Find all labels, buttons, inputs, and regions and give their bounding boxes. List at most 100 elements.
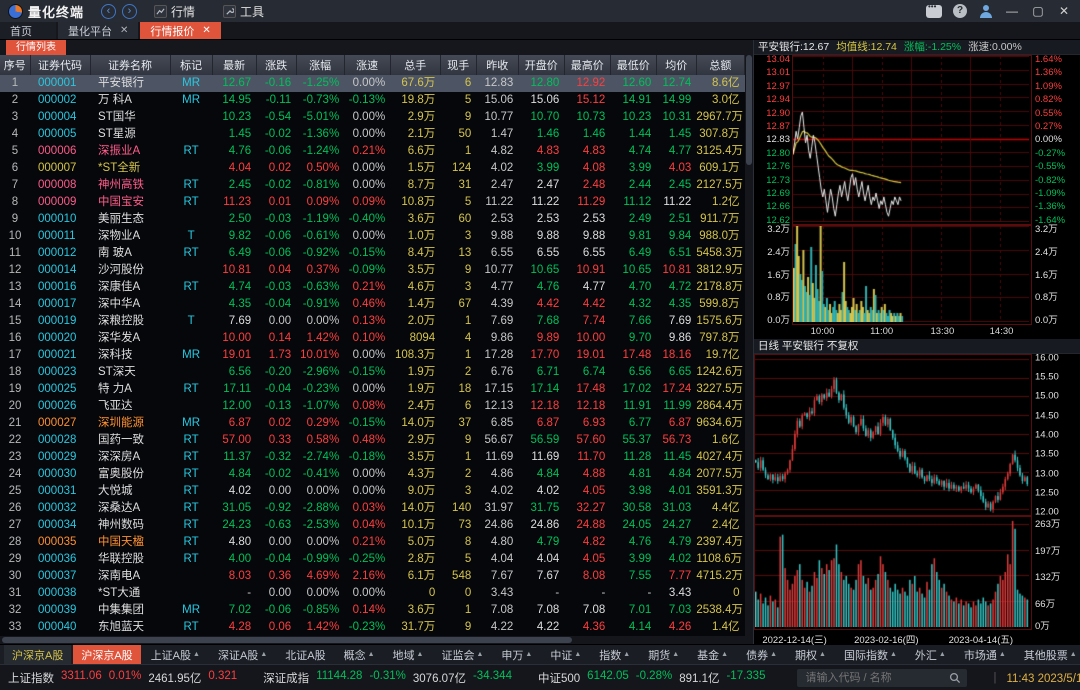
table-row-000026[interactable]: 20000026飞亚达12.00-0.13-1.07%0.08%2.4万612.… — [0, 398, 745, 415]
search-input[interactable] — [803, 671, 949, 685]
column-header-涨幅[interactable]: 涨幅 — [296, 55, 344, 75]
table-row-000019[interactable]: 15000019深粮控股T7.690.000.00%0.13%2.0万17.69… — [0, 313, 745, 330]
message-icon[interactable] — [924, 3, 944, 19]
tab-1[interactable]: 量化平台✕ — [58, 22, 138, 39]
tab-close-icon[interactable]: ✕ — [202, 25, 210, 36]
column-header-现手[interactable]: 现手 — [440, 55, 476, 75]
column-header-涨跌[interactable]: 涨跌 — [256, 55, 296, 75]
horizontal-scrollbar[interactable] — [0, 636, 753, 644]
category-tab-16[interactable]: 市场通▲ — [956, 645, 1014, 665]
category-tab-2[interactable]: 深证A股▲ — [210, 645, 275, 665]
index-quote-2[interactable]: 中证5006142.05-0.28%891.1亿-17.335 — [538, 670, 766, 686]
table-row-000005[interactable]: 4000005ST星源1.45-0.02-1.36%0.00%2.1万501.4… — [0, 126, 745, 143]
index-name: 深证成指 — [263, 670, 309, 686]
subtab-quote-list[interactable]: 行情列表 — [6, 40, 66, 55]
table-row-000025[interactable]: 19000025特 力ART17.11-0.04-0.23%0.00%1.9万1… — [0, 381, 745, 398]
help-icon[interactable]: ? — [950, 3, 970, 19]
category-tab-6[interactable]: 证监会▲ — [433, 645, 491, 665]
table-row-000004[interactable]: 3000004ST国华10.23-0.54-5.01%0.00%2.9万910.… — [0, 109, 745, 126]
nav-forward-button[interactable]: › — [122, 4, 137, 19]
maximize-button[interactable]: ▢ — [1028, 3, 1048, 19]
category-tab-8[interactable]: 中证▲ — [542, 645, 589, 665]
cell: -0.23% — [296, 381, 344, 398]
table-row-000023[interactable]: 18000023ST深天6.56-0.20-2.96%-0.15%1.9万26.… — [0, 364, 745, 381]
menu-item-quotes[interactable]: 行情 — [154, 3, 195, 20]
table-row-000036[interactable]: 29000036华联控股RT4.00-0.04-0.99%-0.25%2.8万5… — [0, 551, 745, 568]
nav-back-button[interactable]: ‹ — [101, 4, 116, 19]
table-row-000039[interactable]: 32000039中集集团MR7.02-0.06-0.85%0.14%3.6万17… — [0, 602, 745, 619]
category-tab-9[interactable]: 指数▲ — [591, 645, 638, 665]
category-tab-11[interactable]: 基金▲ — [689, 645, 736, 665]
user-icon[interactable] — [976, 3, 996, 19]
category-tab-14[interactable]: 国际指数▲ — [836, 645, 905, 665]
column-header-均价[interactable]: 均价 — [656, 55, 696, 75]
column-header-证券名称[interactable]: 证券名称 — [90, 55, 170, 75]
column-header-最新[interactable]: 最新 — [212, 55, 256, 75]
table-row-000028[interactable]: 22000028国药一致RT57.000.330.58%0.48%2.9万956… — [0, 432, 745, 449]
table-row-000029[interactable]: 23000029深深房ART11.37-0.32-2.74%-0.18%3.5万… — [0, 449, 745, 466]
table-row-000010[interactable]: 9000010美丽生态2.50-0.03-1.19%-0.40%3.6万602.… — [0, 211, 745, 228]
search-box[interactable] — [797, 669, 967, 687]
column-header-涨速[interactable]: 涨速 — [344, 55, 390, 75]
table-row-000006[interactable]: 5000006深振业ART4.76-0.06-1.24%0.21%6.6万14.… — [0, 143, 745, 160]
column-header-最高价[interactable]: 最高价 — [564, 55, 610, 75]
kline-price-plot[interactable] — [754, 354, 1032, 516]
table-row-000032[interactable]: 26000032深桑达ART31.05-0.92-2.88%0.03%14.0万… — [0, 500, 745, 517]
table-row-000037[interactable]: 30000037深南电A8.030.364.69%2.16%6.1万5487.6… — [0, 568, 745, 585]
cell: -0.63 — [256, 517, 296, 534]
column-header-证券代码[interactable]: 证券代码 — [30, 55, 90, 75]
column-header-标记[interactable]: 标记 — [170, 55, 212, 75]
minimize-button[interactable]: — — [1002, 3, 1022, 19]
category-tab-4[interactable]: 概念▲ — [336, 645, 383, 665]
category-tab-10[interactable]: 期货▲ — [640, 645, 687, 665]
table-row-000014[interactable]: 12000014沙河股份10.810.040.37%-0.09%3.5万910.… — [0, 262, 745, 279]
column-header-最低价[interactable]: 最低价 — [610, 55, 656, 75]
category-tab-3[interactable]: 北证A股 — [277, 645, 333, 665]
table-row-000011[interactable]: 10000011深物业AT9.82-0.06-0.61%0.00%1.0万39.… — [0, 228, 745, 245]
cell: 6 — [440, 398, 476, 415]
index-quote-0[interactable]: 上证指数3311.060.01%2461.95亿0.321 — [8, 670, 237, 686]
column-header-总手[interactable]: 总手 — [390, 55, 440, 75]
table-row-000035[interactable]: 28000035中国天楹RT4.800.000.00%0.21%5.0万84.8… — [0, 534, 745, 551]
intraday-volume-plot[interactable] — [792, 225, 1032, 325]
table-row-000027[interactable]: 21000027深圳能源MR6.870.020.29%-0.15%14.0万37… — [0, 415, 745, 432]
vertical-scrollbar[interactable] — [745, 55, 753, 636]
tab-2[interactable]: 行情报价✕ — [140, 22, 220, 39]
category-tab-17[interactable]: 其他股票▲ — [1016, 645, 1080, 665]
table-row-000016[interactable]: 13000016深康佳ART4.74-0.03-0.63%0.21%4.6万34… — [0, 279, 745, 296]
tab-0[interactable]: 首页 — [0, 22, 56, 39]
table-row-000020[interactable]: 16000020深华发A10.000.141.42%0.10%809449.86… — [0, 330, 745, 347]
column-header-开盘价[interactable]: 开盘价 — [518, 55, 564, 75]
cell: 599.8万 — [696, 296, 744, 313]
category-tab-5[interactable]: 地域▲ — [385, 645, 432, 665]
kline-volume-plot[interactable] — [754, 516, 1032, 630]
column-header-序号[interactable]: 序号 — [0, 55, 30, 75]
table-row-000012[interactable]: 11000012南 玻ART6.49-0.06-0.92%-0.15%8.4万1… — [0, 245, 745, 262]
table-row-000038[interactable]: 31000038*ST大通-0.000.00%0.00%003.43---3.4… — [0, 585, 745, 602]
table-row-000009[interactable]: 8000009中国宝安RT11.230.010.09%0.09%10.8万511… — [0, 194, 745, 211]
category-tab-13[interactable]: 期权▲ — [787, 645, 834, 665]
column-header-总额[interactable]: 总额 — [696, 55, 744, 75]
intraday-price-plot[interactable] — [792, 55, 1032, 225]
category-tab-12[interactable]: 债券▲ — [738, 645, 785, 665]
table-row-000017[interactable]: 14000017深中华A4.35-0.04-0.91%0.46%1.4万674.… — [0, 296, 745, 313]
category-tab-15[interactable]: 外汇▲ — [907, 645, 954, 665]
category-tab-7[interactable]: 申万▲ — [493, 645, 540, 665]
table-row-000040[interactable]: 33000040东旭蓝天RT4.280.061.42%-0.23%31.7万94… — [0, 619, 745, 636]
table-row-000034[interactable]: 27000034神州数码RT24.23-0.63-2.53%0.04%10.1万… — [0, 517, 745, 534]
table-row-000021[interactable]: 17000021深科技MR19.011.7310.01%0.00%108.3万1… — [0, 347, 745, 364]
close-button[interactable]: ✕ — [1054, 3, 1074, 19]
cell: 11.70 — [564, 449, 610, 466]
column-header-昨收[interactable]: 昨收 — [476, 55, 518, 75]
table-row-000030[interactable]: 24000030富奥股份RT4.84-0.02-0.41%0.00%4.3万24… — [0, 466, 745, 483]
table-row-000031[interactable]: 25000031大悦城RT4.020.000.00%0.00%9.0万34.02… — [0, 483, 745, 500]
category-tab-0[interactable]: 沪深京A股 — [73, 645, 140, 665]
table-row-000001[interactable]: 1000001平安银行MR12.67-0.16-1.25%0.00%67.6万6… — [0, 75, 745, 92]
table-row-000008[interactable]: 7000008神州高铁RT2.45-0.02-0.81%0.00%8.7万312… — [0, 177, 745, 194]
table-row-000002[interactable]: 2000002万 科AMR14.95-0.11-0.73%-0.13%19.8万… — [0, 92, 745, 109]
tab-close-icon[interactable]: ✕ — [120, 25, 128, 36]
index-quote-1[interactable]: 深证成指11144.28-0.31%3076.07亿-34.344 — [263, 670, 512, 686]
category-tab-1[interactable]: 上证A股▲ — [143, 645, 208, 665]
menu-item-tools[interactable]: 工具 — [223, 3, 264, 20]
table-row-000007[interactable]: 6000007*ST全新4.040.020.50%0.00%1.5万1244.0… — [0, 160, 745, 177]
